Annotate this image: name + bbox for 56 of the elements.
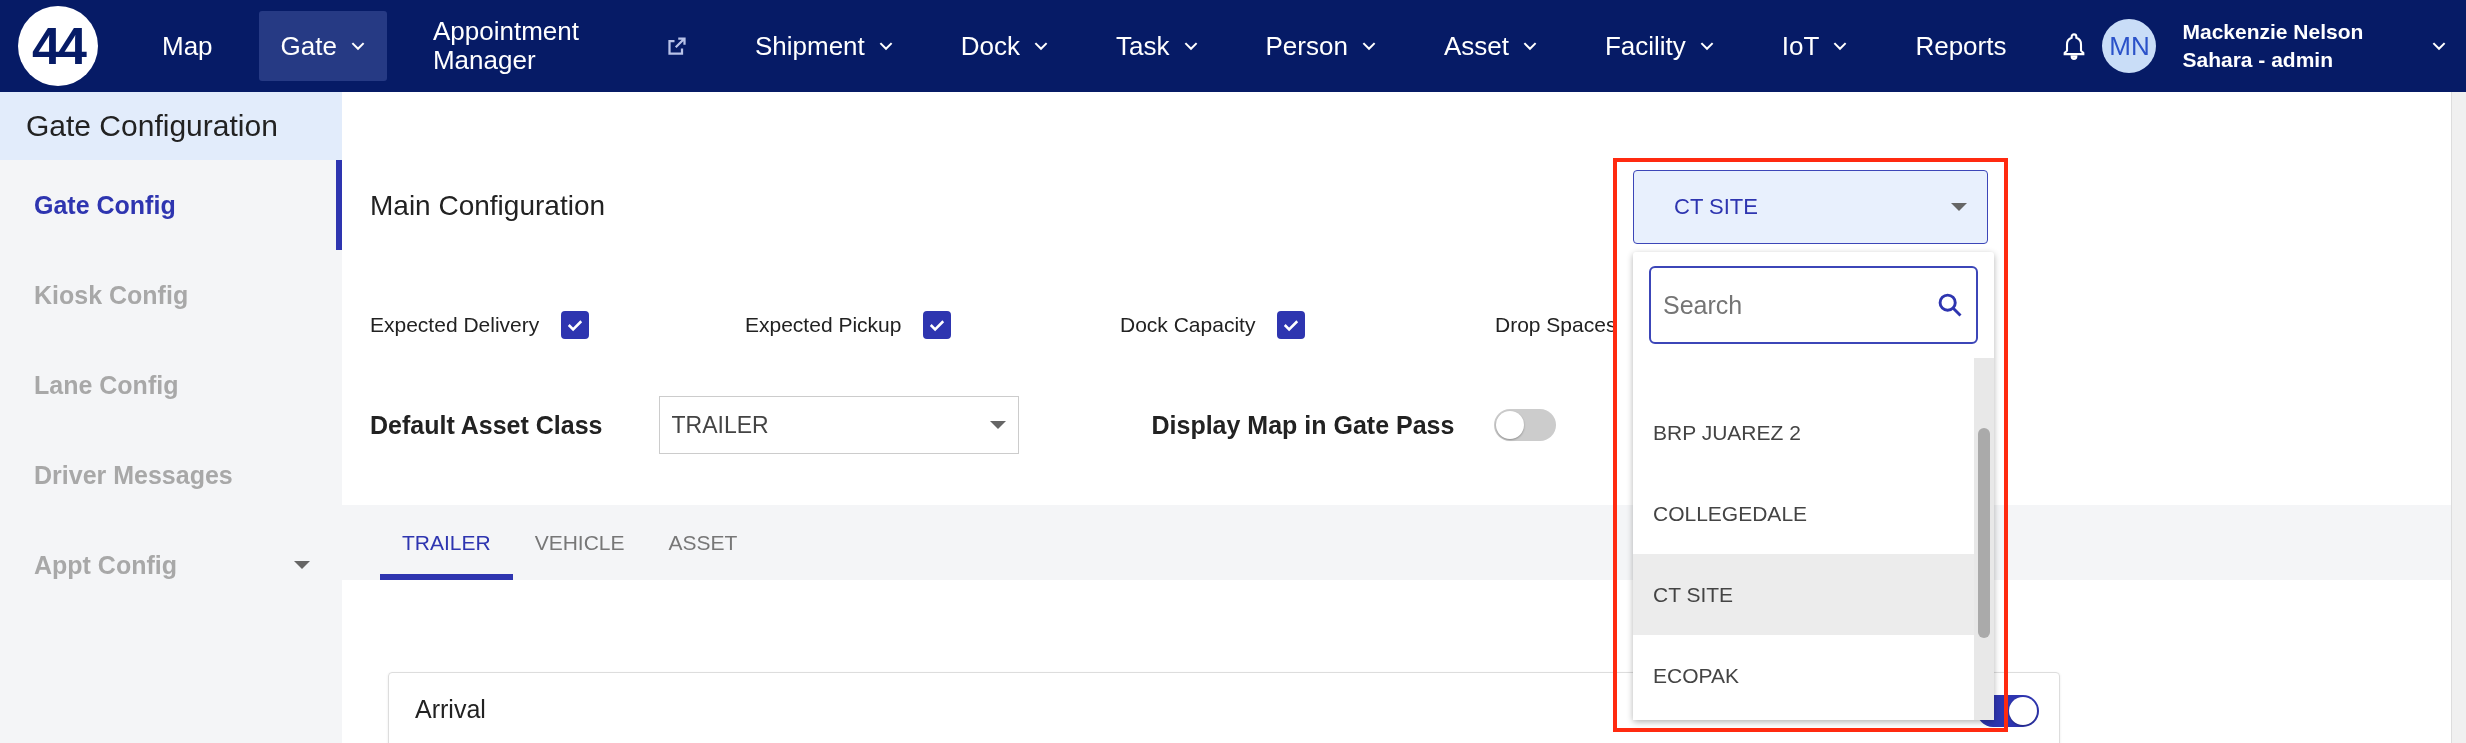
dropdown-option[interactable]: CT SITE <box>1633 554 1974 635</box>
chevron-down-icon <box>1034 41 1049 51</box>
toggle-switch[interactable] <box>1494 409 1557 441</box>
user-menu-button[interactable] <box>2432 41 2446 51</box>
external-link-icon <box>666 36 687 56</box>
nav-menu-item[interactable]: Shipment <box>732 11 915 81</box>
tab[interactable]: VEHICLE <box>512 505 647 580</box>
checkbox-label: Drop Spaces <box>1495 313 1617 337</box>
nav-menu-item[interactable]: Asset <box>1421 11 1559 81</box>
search-field[interactable]: Search <box>1649 266 1978 344</box>
chevron-down-icon <box>1522 41 1537 51</box>
checkbox[interactable] <box>561 311 590 339</box>
checkbox[interactable] <box>923 311 952 339</box>
nav-menu-item[interactable]: Facility <box>1582 11 1736 81</box>
nav-menu-item[interactable]: Appointment Manager <box>410 11 709 81</box>
nav-menu-item[interactable]: Reports <box>1893 11 2029 81</box>
chevron-down-icon <box>878 41 893 51</box>
chevron-down-icon <box>1833 41 1848 51</box>
user-name: Mackenzie Nelson <box>2182 18 2364 45</box>
chevron-down-icon <box>1361 41 1376 51</box>
search-icon <box>1936 291 1964 319</box>
dropdown-arrow-icon <box>1951 203 1967 211</box>
sidebar-item[interactable]: Gate Config <box>0 160 342 250</box>
dropdown-arrow-icon <box>294 561 310 569</box>
field-label: Default Asset Class <box>370 410 603 440</box>
dropdown-arrow-icon <box>989 421 1006 429</box>
card-title: Arrival <box>415 695 486 724</box>
chevron-down-icon <box>1183 41 1198 51</box>
sidebar-title: Gate Configuration <box>0 92 342 160</box>
nav-menu-item[interactable]: Dock <box>938 11 1071 81</box>
toggle-label: Display Map in Gate Pass <box>1151 410 1455 440</box>
chevron-down-icon <box>350 41 365 51</box>
site-select[interactable]: CT SITE <box>1633 170 1988 244</box>
nav-menu-item[interactable]: Person <box>1243 11 1398 81</box>
checkbox-label: Expected Pickup <box>745 313 902 337</box>
checkbox-label: Expected Delivery <box>370 313 540 337</box>
nav-menu-item[interactable]: IoT <box>1759 11 1870 81</box>
page-scrollbar[interactable] <box>2451 92 2466 743</box>
app-logo[interactable]: 44 <box>18 6 98 86</box>
user-role: Sahara - admin <box>2182 47 2335 73</box>
nav-menu-item[interactable]: Map <box>140 11 235 81</box>
section-title: Main Configuration <box>370 190 606 221</box>
checkbox-label: Dock Capacity <box>1120 313 1256 337</box>
tab[interactable]: TRAILER <box>380 505 513 580</box>
dropdown-option[interactable]: BRP JUAREZ 2 <box>1633 392 1974 473</box>
user-avatar[interactable]: MN <box>2102 19 2157 73</box>
nav-menu-item[interactable]: Gate <box>258 11 387 81</box>
dropdown-option[interactable]: ECOPAK <box>1633 635 1974 716</box>
dropdown-option[interactable]: COLLEGEDALE <box>1633 473 1974 554</box>
chevron-down-icon <box>1699 41 1714 51</box>
nav-menu-item[interactable]: Task <box>1094 11 1220 81</box>
asset-class-select[interactable]: TRAILER <box>658 396 1019 454</box>
tab[interactable]: ASSET <box>646 505 760 580</box>
checkbox[interactable] <box>1277 311 1306 339</box>
chevron-down-icon <box>2432 41 2446 51</box>
scrollbar[interactable] <box>1974 358 1994 720</box>
